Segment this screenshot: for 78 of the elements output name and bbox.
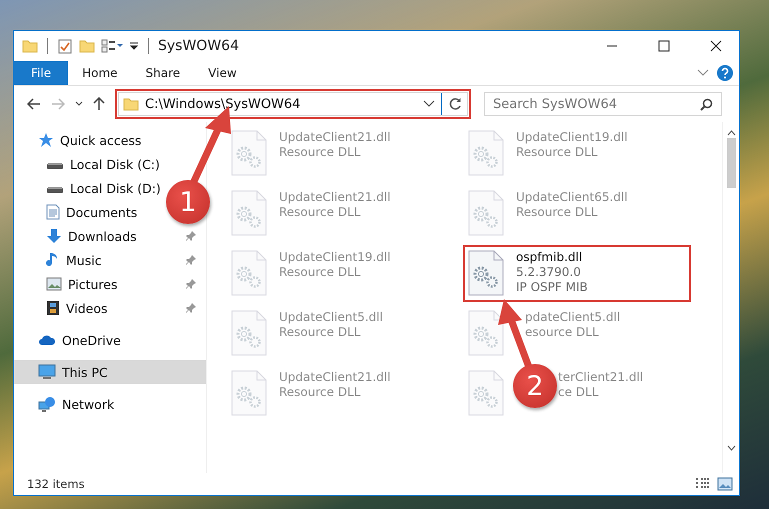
search-icon [700,98,713,111]
file-menu-button[interactable]: File [14,61,68,85]
properties-icon [101,38,123,54]
gear-file-icon [468,310,504,356]
nav-item[interactable]: Network [14,392,114,416]
file-detail: esource DLL [525,325,600,340]
refresh-icon [448,97,462,111]
gear-file-icon [231,370,267,416]
dropdown-icon [129,41,139,51]
nav-item[interactable]: Documents [14,200,138,224]
music-note-icon [46,252,60,268]
nav-item[interactable]: Local Disk (C:) [14,152,160,176]
forward-arrow-icon [51,98,65,110]
file-detail: 5.2.3790.0 [516,265,582,280]
pin-icon [186,303,196,313]
nav-item[interactable]: Quick access [14,128,142,152]
gear-file-icon [468,190,504,236]
file-item[interactable]: ospfmib.dll 5.2.3790.0 IP OSPF MIB [463,245,691,302]
document-icon [46,204,60,220]
ribbon-tab[interactable]: Share [132,61,194,85]
nav-item[interactable]: Music [14,248,206,272]
film-icon [46,300,60,316]
file-detail: IP OSPF MIB [516,280,588,295]
scroll-up-icon [726,130,736,136]
file-detail: Resource DLL [279,325,362,340]
back-arrow-icon [27,98,41,110]
checklist-icon [57,38,73,54]
down-arrow-icon [46,228,62,244]
file-detail: Resource DLL [516,145,598,160]
picture-icon [46,277,62,291]
address-bar[interactable]: C:\Windows\SysWOW64 [118,92,468,116]
file-detail: Resource DLL [279,265,362,280]
item-count: 132 items [27,477,85,491]
maximize-icon [658,40,670,52]
nav-item[interactable]: Pictures [14,272,206,296]
search-field[interactable]: Search SysWOW64 [484,92,722,116]
file-detail: Resource DLL [516,205,598,220]
folder-icon [123,97,139,111]
gear-file-icon [231,310,267,356]
pin-icon [186,255,196,265]
gear-file-icon [468,370,504,416]
file-name[interactable]: ospfmib.dll [516,250,588,265]
details-view-icon[interactable] [695,477,711,491]
gear-file-icon [231,130,267,176]
pin-icon [186,231,196,241]
ribbon-tab[interactable]: View [194,61,251,85]
help-icon [717,65,733,81]
folder-icon [22,39,38,53]
gear-file-icon [468,130,504,176]
star-icon [38,132,54,148]
scrollbar-thumb[interactable] [726,138,736,188]
window-title: SysWOW64 [158,38,239,54]
large-icons-view-icon[interactable] [717,477,733,491]
network-icon [38,396,56,412]
gear-file-icon [231,250,267,296]
nav-item[interactable]: This PC [14,360,206,384]
cloud-icon [38,334,56,346]
pin-icon [186,279,196,289]
chevron-down-icon [697,69,709,77]
close-icon [710,40,722,52]
nav-item[interactable]: Videos [14,296,206,320]
chevron-down-icon [423,100,435,108]
scroll-down-icon [726,445,736,451]
up-arrow-icon [93,97,105,111]
ribbon-tab[interactable]: Home [68,61,132,85]
gear-file-icon [231,190,267,236]
nav-item[interactable]: Downloads [14,224,206,248]
file-detail: ce DLL [558,385,600,400]
chevron-down-icon [75,101,83,107]
file-detail: Resource DLL [279,385,362,400]
file-detail: Resource DLL [279,145,362,160]
file-detail: Resource DLL [279,205,362,220]
nav-item[interactable]: Local Disk (D:) [14,176,161,200]
gear-file-icon [468,250,504,296]
nav-item[interactable]: OneDrive [14,328,121,352]
new-folder-icon [79,39,95,53]
address-path: C:\Windows\SysWOW64 [145,96,300,112]
monitor-icon [38,364,56,380]
